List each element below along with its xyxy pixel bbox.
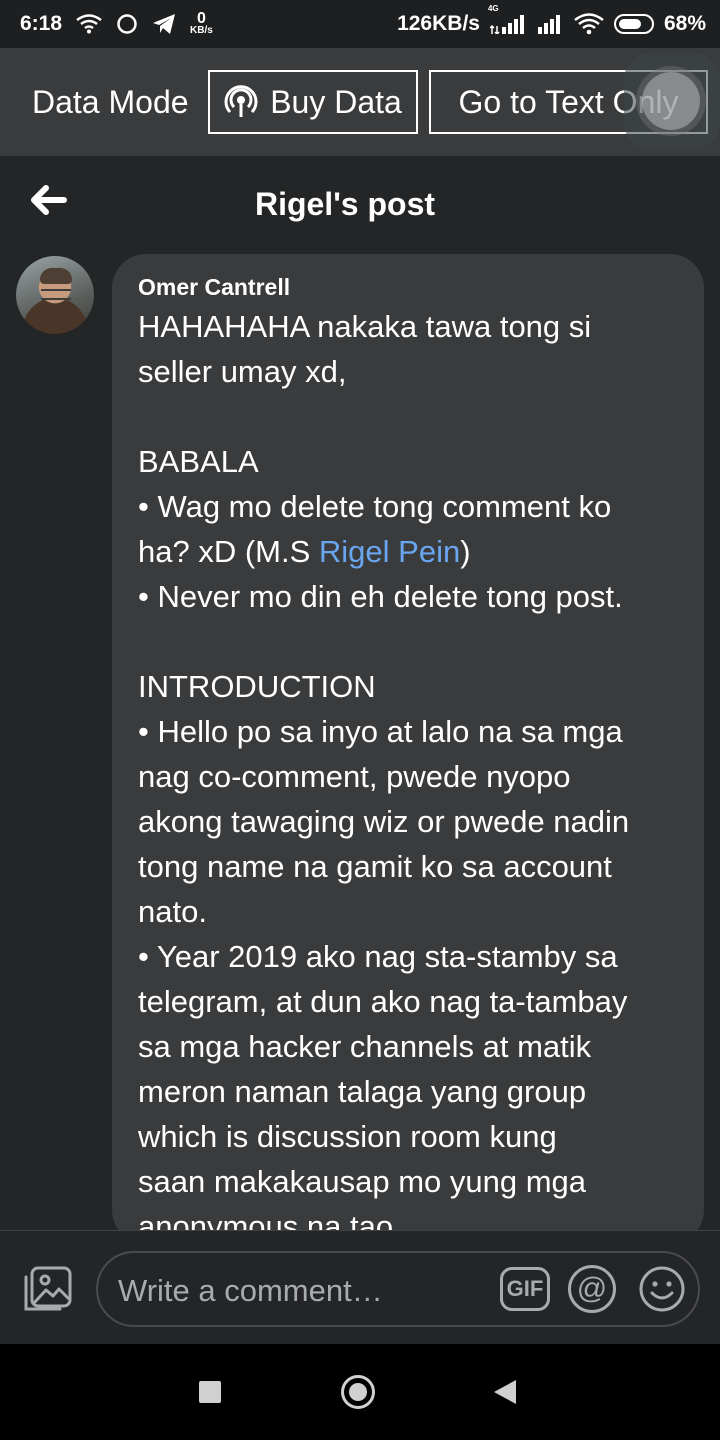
- emoji-icon[interactable]: [638, 1265, 686, 1313]
- status-time: 6:18: [20, 12, 63, 35]
- telegram-icon: [152, 13, 176, 35]
- home-icon[interactable]: [341, 1375, 375, 1409]
- buy-data-label: Buy Data: [270, 83, 402, 120]
- comment-text-segment: ): [460, 534, 471, 569]
- buy-data-button[interactable]: Buy Data: [208, 70, 418, 134]
- broadcast-icon: [224, 85, 258, 119]
- comment-line: meron naman talaga yang group: [138, 1074, 587, 1109]
- comment-line: saan makakausap mo yung mga: [138, 1164, 587, 1199]
- avatar-hair: [40, 268, 72, 284]
- comment-text-segment: ha? xD (M.S: [138, 534, 319, 569]
- comment-line: seller umay xd,: [138, 354, 347, 389]
- photo-icon[interactable]: [22, 1265, 74, 1313]
- speed-small-value: 0: [196, 10, 206, 27]
- mention-link[interactable]: Rigel Pein: [319, 534, 460, 569]
- comment-line: nag co-comment, pwede nyopo: [138, 759, 571, 794]
- wifi-small-icon: [76, 14, 102, 34]
- wifi-icon: [574, 13, 604, 35]
- network-speed-small: 0 KB/s: [190, 10, 213, 36]
- avatar-glasses: [41, 289, 71, 300]
- circle-status-icon: [116, 13, 138, 35]
- comment-line: HAHAHAHA nakaka tawa tong si: [138, 309, 592, 344]
- data-mode-label: Data Mode: [32, 83, 189, 120]
- comment-line: • Hello po sa inyo at lalo na sa mga: [138, 714, 623, 749]
- comment-placeholder: Write a comment…: [118, 1273, 383, 1308]
- comment-composer: Write a comment… GIF @: [0, 1230, 720, 1345]
- battery-percent: 68%: [663, 12, 706, 35]
- signal-icon: [536, 14, 564, 34]
- comment-input[interactable]: Write a comment… GIF @: [96, 1251, 700, 1327]
- comment-line: akong tawaging wiz or pwede nadin: [138, 804, 630, 839]
- speed-small-unit: KB/s: [190, 25, 213, 36]
- system-nav-bar: [0, 1344, 720, 1440]
- network-speed: 126KB/s: [397, 12, 480, 35]
- data-mode-bar: Data Mode Buy Data Go to Text Only: [0, 48, 720, 156]
- avatar[interactable]: [16, 256, 94, 334]
- comment-line: nato.: [138, 894, 207, 929]
- signal-4g-icon: 4G: [488, 4, 526, 34]
- comment-author[interactable]: Omer Cantrell: [138, 274, 290, 301]
- comment-line: • Year 2019 ako nag sta-stamby sa: [138, 939, 618, 974]
- comment-line: tong name na gamit ko sa account: [138, 849, 612, 884]
- post-header: Rigel's post: [0, 156, 720, 252]
- touch-point: [642, 72, 700, 130]
- comment-line: BABALA: [138, 444, 259, 479]
- comment-bubble[interactable]: Omer Cantrell HAHAHAHA nakaka tawa tong …: [112, 254, 704, 1244]
- mention-at-icon[interactable]: @: [568, 1265, 616, 1313]
- comment-line-with-mention: ha? xD (M.S Rigel Pein): [138, 529, 688, 574]
- comment-line: which is discussion room kung: [138, 1119, 557, 1154]
- status-bar: 6:18 0 KB/s 126KB/s 4G 68%: [0, 0, 720, 48]
- recents-icon[interactable]: [199, 1381, 221, 1403]
- gif-icon[interactable]: GIF: [500, 1267, 550, 1311]
- back-icon[interactable]: [494, 1380, 516, 1404]
- comment-line: • Never mo din eh delete tong post.: [138, 579, 623, 614]
- page-title: Rigel's post: [254, 186, 436, 222]
- network-type: 4G: [487, 4, 499, 13]
- comment-line: sa mga hacker channels at matik: [138, 1029, 592, 1064]
- comment-text: HAHAHAHA nakaka tawa tong si seller umay…: [138, 304, 688, 1244]
- comment-line: • Wag mo delete tong comment ko: [138, 489, 612, 524]
- comment-line: telegram, at dun ako nag ta-tambay: [138, 984, 628, 1019]
- comment-line: INTRODUCTION: [138, 669, 376, 704]
- battery-icon: [613, 14, 654, 34]
